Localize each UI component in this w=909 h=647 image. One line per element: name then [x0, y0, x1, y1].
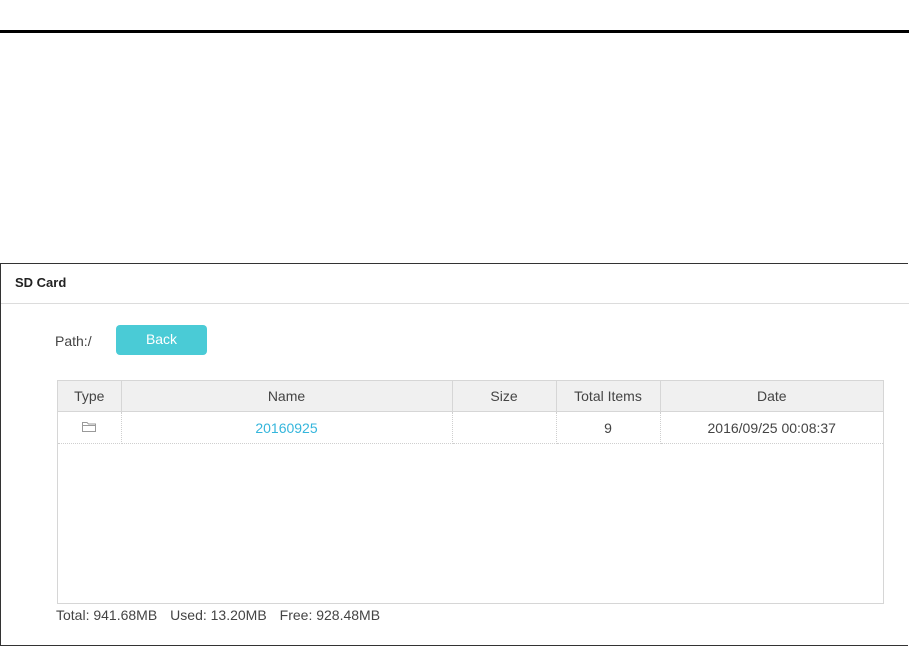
folder-name-link[interactable]: 20160925 [255, 420, 317, 436]
column-header-date[interactable]: Date [660, 381, 883, 412]
top-divider [0, 30, 909, 33]
panel-title: SD Card [15, 275, 67, 290]
column-header-size[interactable]: Size [452, 381, 557, 412]
storage-used: Used: 13.20MB [170, 607, 267, 623]
panel-divider [1, 303, 909, 304]
cell-size [452, 411, 557, 444]
storage-free: Free: 928.48MB [279, 607, 381, 623]
column-header-type[interactable]: Type [58, 381, 122, 412]
back-button[interactable]: Back [116, 325, 207, 355]
table-row[interactable]: 20160925 9 2016/09/25 00:08:37 [58, 411, 883, 444]
sd-card-panel: SD Card Path:/ Back Type Name Size Total… [0, 263, 909, 646]
storage-total: Total: 941.68MB [56, 607, 158, 623]
file-table: Type Name Size Total Items Date 20160925… [57, 380, 884, 604]
column-header-total-items[interactable]: Total Items [556, 381, 661, 412]
cell-name: 20160925 [121, 411, 453, 444]
folder-icon [82, 421, 97, 432]
table-header-row: Type Name Size Total Items Date [58, 381, 883, 412]
cell-date: 2016/09/25 00:08:37 [660, 411, 883, 444]
cell-type [58, 411, 122, 444]
cell-total-items: 9 [556, 411, 661, 444]
column-header-name[interactable]: Name [121, 381, 453, 412]
storage-summary: Total: 941.68MB Used: 13.20MB Free: 928.48… [56, 607, 393, 623]
path-label: Path:/ [55, 333, 92, 349]
